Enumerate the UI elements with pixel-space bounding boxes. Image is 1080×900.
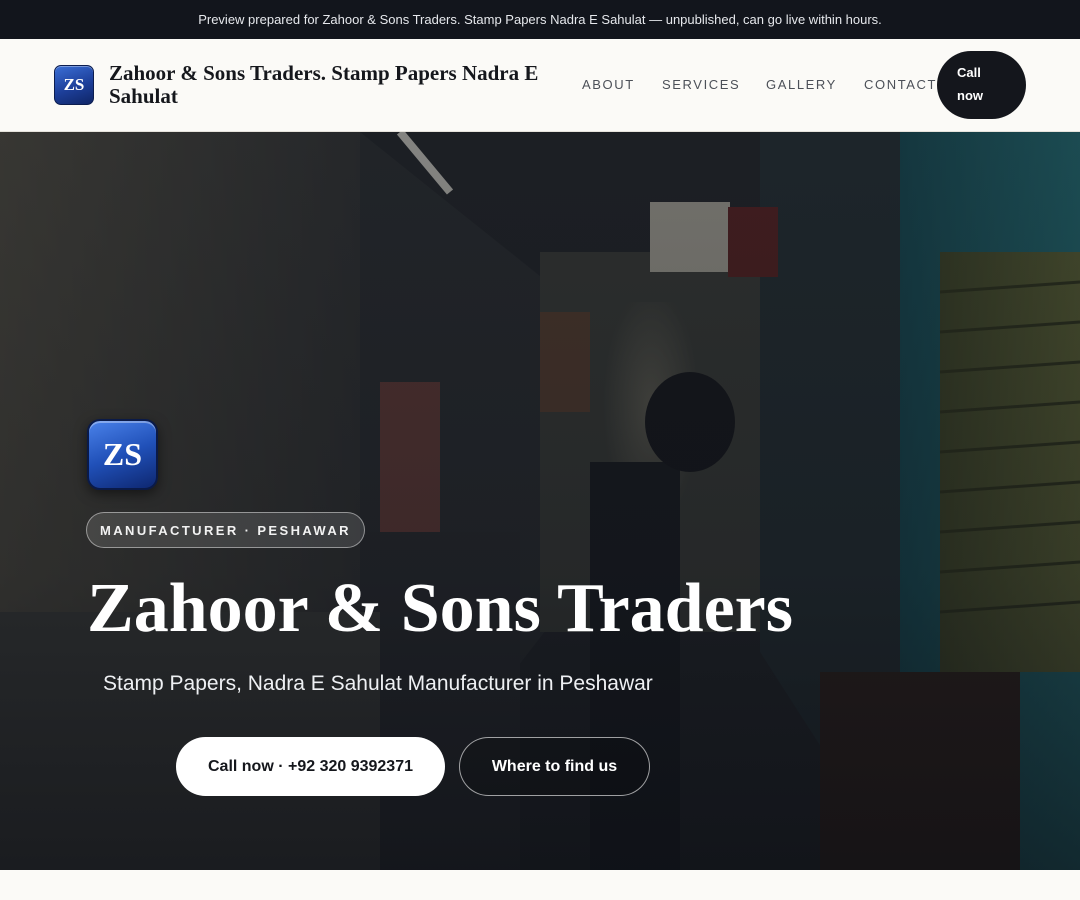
nav-gallery[interactable]: GALLERY: [766, 77, 837, 92]
announcement-text: Preview prepared for Zahoor & Sons Trade…: [198, 12, 882, 27]
brand-name[interactable]: Zahoor & Sons Traders. Stamp Papers Nadr…: [109, 62, 579, 108]
nav-about[interactable]: ABOUT: [582, 77, 635, 92]
announcement-bar: Preview prepared for Zahoor & Sons Trade…: [0, 0, 1080, 39]
hero-title: Zahoor & Sons Traders: [87, 570, 793, 647]
hero-location-button[interactable]: Where to find us: [459, 737, 650, 796]
site-header: ZS Zahoor & Sons Traders. Stamp Papers N…: [0, 39, 1080, 132]
call-label-line1: Call: [957, 65, 981, 80]
header-call-button[interactable]: Call now: [937, 51, 1026, 119]
logo-icon[interactable]: ZS: [54, 65, 94, 105]
call-label-line2: now: [957, 88, 983, 103]
hero-subtitle: Stamp Papers, Nadra E Sahulat Manufactur…: [103, 672, 653, 695]
hero-eyebrow-badge: MANUFACTURER · PESHAWAR: [86, 512, 365, 548]
next-section: [0, 870, 1080, 900]
nav-services[interactable]: SERVICES: [662, 77, 740, 92]
hero-call-button[interactable]: Call now · +92 320 9392371: [176, 737, 445, 796]
hero-section: ZS MANUFACTURER · PESHAWAR Zahoor & Sons…: [0, 132, 1080, 870]
hero-logo-icon: ZS: [87, 419, 158, 490]
nav-contact[interactable]: CONTACT: [864, 77, 937, 92]
